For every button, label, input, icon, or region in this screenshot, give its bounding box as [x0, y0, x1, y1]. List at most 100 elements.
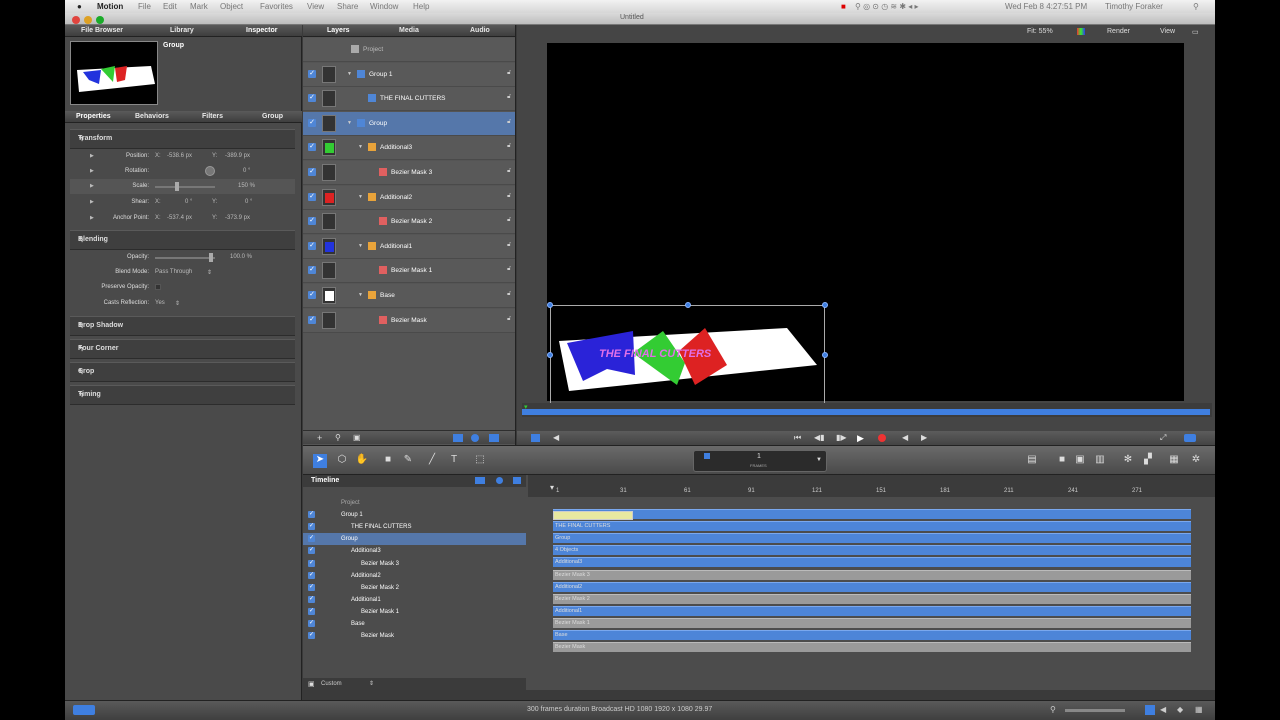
timeline-clip-bar[interactable]: Additional3 [553, 557, 1191, 568]
reset-icon[interactable]: ↰ [78, 391, 285, 399]
timeline-clip-bar[interactable]: Group [553, 533, 1191, 544]
timeline-layer-row[interactable]: ✓ Base [303, 618, 526, 630]
mini-timeline-bar[interactable] [522, 409, 1210, 415]
crop-section-header[interactable]: Crop ↰ [70, 362, 295, 382]
particles-icon[interactable]: ✲ [1189, 454, 1203, 468]
menu-file[interactable]: File [138, 2, 151, 11]
disclosure-triangle-icon[interactable]: ▼ [358, 194, 363, 200]
reset-icon[interactable]: ↰ [78, 345, 285, 353]
tab-filters[interactable]: Filters [202, 113, 223, 120]
tab-group[interactable]: Group [262, 113, 283, 120]
custom-select[interactable]: Custom [321, 681, 342, 687]
timecode-display[interactable]: 1 FRAMES ▼ [693, 450, 827, 472]
play-icon[interactable]: ▶ [857, 433, 864, 444]
menu-mark[interactable]: Mark [190, 2, 208, 11]
shear-x-field[interactable]: 0 ° [185, 199, 192, 205]
timeline-layer-row[interactable]: ✓ Bezier Mask 3 [303, 558, 526, 570]
menu-window[interactable]: Window [370, 2, 398, 11]
canvas[interactable]: THE FINAL CUTTERS [547, 43, 1184, 405]
lock-icon[interactable]: 🔓︎ [507, 316, 511, 323]
menu-user[interactable]: Timothy Foraker [1105, 2, 1163, 11]
tab-layers[interactable]: Layers [327, 27, 350, 34]
reset-icon[interactable]: ↰ [78, 135, 285, 143]
audio-toggle-icon[interactable]: ◀ [1160, 705, 1166, 714]
timeline-layer-row[interactable]: Project [303, 497, 526, 509]
mask-tool-icon[interactable]: ⬚ [473, 454, 487, 468]
chevron-updown-icon[interactable]: ⇕ [207, 269, 212, 276]
timeline-clip-bar[interactable]: Group 1 [553, 509, 1191, 519]
scale-slider[interactable] [155, 186, 215, 188]
rotation-dial[interactable] [205, 166, 215, 176]
text-clip-highlight[interactable] [553, 511, 633, 520]
zoom-out-icon[interactable]: ⚲ [1050, 705, 1056, 714]
drop-shadow-section-header[interactable]: Drop Shadow ↰ [70, 316, 295, 336]
lock-icon[interactable]: 🔓︎ [507, 168, 511, 175]
layer-visibility-checkbox[interactable]: ✓ [308, 69, 316, 78]
reset-icon[interactable]: ↰ [78, 236, 285, 244]
timeline-clip-bar[interactable]: Base [553, 630, 1191, 640]
tab-media[interactable]: Media [399, 27, 419, 34]
timeline-clip-bar[interactable]: Bezier Mask [553, 642, 1191, 653]
blend-mode-select[interactable]: Pass Through [155, 269, 192, 275]
lock-icon[interactable]: 🔓︎ [507, 291, 511, 298]
apple-icon[interactable]: ● [77, 2, 82, 11]
camera-icon[interactable]: ■ [1055, 454, 1069, 468]
disclosure-triangle-icon[interactable]: ▼ [347, 71, 352, 77]
layer-visibility-checkbox[interactable]: ✓ [308, 192, 316, 201]
mask-mode-icon[interactable] [471, 434, 479, 442]
layer-row[interactable]: ✓ Bezier Mask 1 🔓︎ [303, 259, 515, 284]
disclosure-triangle-icon[interactable]: ▼ [358, 292, 363, 298]
scale-slider-knob[interactable] [175, 182, 179, 191]
tab-properties[interactable]: Properties [76, 113, 111, 120]
layer-row[interactable]: ✓ ▼ Group 🔓︎ [303, 111, 515, 136]
chevron-updown-icon[interactable]: ⇕ [369, 680, 374, 687]
timeline-clip-bar[interactable]: Bezier Mask 2 [553, 593, 1191, 604]
zoom-window-icon[interactable] [96, 16, 104, 24]
timeline-layer-row[interactable]: ✓ Group 1 [303, 509, 526, 521]
add-layer-icon[interactable]: + [317, 433, 322, 443]
tab-inspector[interactable]: Inspector [246, 27, 278, 34]
timeline-ruler[interactable]: ▾ 1 31 61 91 121 151 181 211 241 271 [528, 475, 1215, 497]
hand-tool-icon[interactable]: ✋ [355, 454, 369, 468]
layer-visibility-checkbox[interactable]: ✓ [308, 607, 315, 615]
rectangle-tool-icon[interactable]: ■ [381, 454, 395, 468]
transform-handle[interactable] [822, 352, 828, 358]
close-window-icon[interactable] [72, 16, 80, 24]
lock-icon[interactable]: 🔓︎ [507, 242, 511, 249]
position-x-field[interactable]: -538.6 px [167, 153, 192, 159]
disclosure-triangle-icon[interactable]: ▶ [90, 183, 94, 189]
transform-handle[interactable] [822, 302, 828, 308]
menu-object[interactable]: Object [220, 2, 243, 11]
menu-help[interactable]: Help [413, 2, 429, 11]
fit-zoom-select[interactable]: Fit: 55% [1027, 28, 1053, 35]
disclosure-triangle-icon[interactable]: ▶ [90, 199, 94, 205]
layer-visibility-checkbox[interactable]: ✓ [308, 168, 316, 176]
timeline-clip-bar[interactable]: Bezier Mask 1 [553, 617, 1191, 628]
menu-edit[interactable]: Edit [163, 2, 177, 11]
timeline-layer-row[interactable]: ✓ Additional2 [303, 570, 526, 582]
menu-clock[interactable]: Wed Feb 8 4:27:51 PM [1005, 2, 1087, 11]
rotation-field[interactable]: 0 ° [243, 168, 250, 174]
tab-audio[interactable]: Audio [470, 27, 490, 34]
menu-app[interactable]: Motion [97, 2, 123, 11]
tab-library[interactable]: Library [170, 27, 194, 34]
loop-playback-icon[interactable] [1184, 434, 1196, 442]
layer-visibility-checkbox[interactable]: ✓ [308, 632, 315, 640]
lock-icon[interactable]: 🔓︎ [507, 193, 511, 200]
layer-row[interactable]: ✓ ▼ Additional2 🔓︎ [303, 185, 515, 210]
lock-icon[interactable]: 🔓︎ [507, 143, 511, 150]
transform-handle[interactable] [547, 302, 553, 308]
layer-visibility-checkbox[interactable]: ✓ [308, 315, 316, 324]
layer-row[interactable]: Project [303, 38, 515, 62]
filters-icon[interactable]: ✻ [1121, 454, 1135, 468]
lock-icon[interactable]: 🔓︎ [507, 119, 511, 126]
disclosure-triangle-icon[interactable]: ▼ [358, 243, 363, 249]
layer-row[interactable]: ✓ Bezier Mask 3 🔓︎ [303, 161, 515, 185]
timeline-layer-row[interactable]: ✓ Additional3 [303, 545, 526, 557]
render-menu[interactable]: Render [1107, 28, 1130, 35]
paint-stroke-tool-icon[interactable]: ╱ [425, 454, 439, 468]
view-toggle-icon[interactable]: ▦ [1195, 705, 1203, 714]
audio-icon[interactable]: ◀ [553, 433, 559, 442]
casts-reflection-select[interactable]: Yes [155, 300, 165, 306]
menu-view[interactable]: View [307, 2, 324, 11]
